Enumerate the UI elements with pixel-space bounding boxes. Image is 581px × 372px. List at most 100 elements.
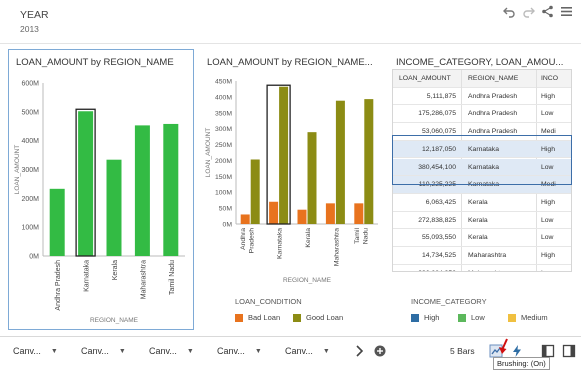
table-cell: Andhra Pradesh bbox=[468, 92, 518, 100]
table-row[interactable]: 336,684,350 Maharashtra Low bbox=[393, 265, 571, 271]
table-cell: Low bbox=[541, 110, 554, 118]
chart2-plot[interactable]: 0M 50M 100M 150M 200M 250M 300M 350M 400M 450M LOA… bbox=[200, 72, 386, 292]
table-cell: Low bbox=[541, 163, 554, 171]
canvas-tab-4[interactable]: Canv... ▼ bbox=[217, 346, 262, 356]
legend3-title: INCOME_CATEGORY bbox=[411, 297, 487, 306]
brushing-tooltip: Brushing: (On) bbox=[493, 357, 550, 370]
table-cell: Maharashtra bbox=[465, 270, 535, 271]
chevron-right-icon[interactable] bbox=[352, 344, 366, 358]
table-cell: 53,060,075 bbox=[421, 128, 456, 136]
table-row[interactable]: 53,060,075 Andhra Pradesh Medi bbox=[393, 123, 571, 141]
chevron-down-icon[interactable]: ▼ bbox=[323, 348, 330, 355]
table-title: INCOME_CATEGORY, LOAN_AMOU... bbox=[396, 57, 564, 68]
bar-good-loan[interactable] bbox=[364, 99, 374, 224]
canvas-tab-3[interactable]: Canv... ▼ bbox=[149, 346, 194, 356]
canvas-tab-2[interactable]: Canv... ▼ bbox=[81, 346, 126, 356]
table-cell: Low bbox=[541, 216, 554, 224]
x-tick-label-line: Nadu bbox=[362, 228, 369, 244]
table-cell: 272,838,825 bbox=[418, 216, 456, 224]
canvas-tab-label: Canv... bbox=[149, 346, 177, 356]
chart1-plot[interactable]: 0M 100M 200M 300M 400M 500M 600M LOAN_AMOUNT And… bbox=[9, 72, 193, 328]
table-cell: 12,187,050 bbox=[421, 145, 456, 153]
table-row[interactable]: 14,734,525 Maharashtra High bbox=[393, 247, 571, 265]
add-canvas-icon[interactable] bbox=[373, 344, 387, 358]
y-tick-label: 0M bbox=[223, 222, 233, 229]
bar-bad-loan[interactable] bbox=[325, 203, 335, 224]
column-header[interactable]: REGION_NAME bbox=[465, 75, 535, 82]
canvas-tab-5[interactable]: Canv... ▼ bbox=[285, 346, 330, 356]
y-tick-label: 250M bbox=[215, 142, 232, 149]
undo-icon[interactable] bbox=[503, 5, 516, 18]
legend2-item-bad-loan[interactable]: Bad Loan bbox=[235, 313, 280, 322]
lightning-icon[interactable] bbox=[510, 344, 524, 358]
y-tick-label: 150M bbox=[215, 174, 232, 181]
table-cell: 380,454,100 bbox=[418, 163, 456, 171]
bar[interactable] bbox=[134, 125, 150, 256]
bar-good-loan[interactable] bbox=[307, 132, 317, 224]
redo-icon[interactable] bbox=[522, 5, 535, 18]
legend3-item-low[interactable]: Low bbox=[458, 313, 485, 322]
table-cell: 6,063,425 bbox=[425, 198, 456, 206]
bar[interactable] bbox=[49, 188, 65, 256]
x-tick-label: Tamil Nadu bbox=[354, 228, 370, 245]
bar[interactable] bbox=[78, 111, 94, 256]
table-cell: Andhra Pradesh bbox=[468, 110, 518, 118]
legend3-item-label: High bbox=[424, 313, 440, 322]
canvas-tab-label: Canv... bbox=[285, 346, 313, 356]
table-row[interactable]: 12,187,050 Karnataka High bbox=[393, 140, 571, 159]
menu-icon[interactable] bbox=[560, 5, 573, 18]
bar-bad-loan[interactable] bbox=[297, 209, 307, 224]
y-tick-label: 350M bbox=[215, 110, 232, 117]
table-row[interactable]: 175,286,075 Andhra Pradesh Low bbox=[393, 105, 571, 124]
legend3-item-high[interactable]: High bbox=[411, 313, 439, 322]
legend3-item-label: Medium bbox=[521, 313, 548, 322]
bar-bad-loan[interactable] bbox=[269, 201, 279, 224]
legend2-item-good-loan[interactable]: Good Loan bbox=[293, 313, 343, 322]
bar-good-loan[interactable] bbox=[335, 100, 345, 224]
x-tick-label: Tamil Nadu bbox=[169, 260, 176, 295]
legend3-item-medium[interactable]: Medium bbox=[508, 313, 548, 322]
chevron-down-icon[interactable]: ▼ bbox=[51, 348, 58, 355]
high-swatch bbox=[411, 313, 419, 322]
table-row[interactable]: 380,454,100 Karnataka Low bbox=[393, 158, 571, 177]
chevron-down-icon[interactable]: ▼ bbox=[119, 348, 126, 355]
table-row[interactable]: 272,838,825 Kerala Low bbox=[393, 212, 571, 230]
table-cell: Kerala bbox=[468, 198, 488, 206]
table-row[interactable]: 55,093,550 Kerala Low bbox=[393, 229, 571, 247]
chevron-down-icon[interactable]: ▼ bbox=[255, 348, 262, 355]
legend3-item-label: Low bbox=[471, 313, 485, 322]
filter-title: YEAR bbox=[20, 9, 49, 21]
panel-toggle-icon[interactable] bbox=[541, 344, 555, 358]
bar[interactable] bbox=[163, 123, 179, 256]
column-header[interactable]: INCO bbox=[539, 75, 571, 82]
legend2-item-label: Bad Loan bbox=[248, 313, 281, 322]
bar-good-loan[interactable] bbox=[279, 86, 289, 224]
share-icon[interactable] bbox=[541, 5, 554, 18]
table-cell: Medi bbox=[541, 181, 556, 189]
table-cell: Karnataka bbox=[468, 181, 499, 189]
filter-value: 2013 bbox=[20, 24, 39, 34]
bar-good-loan[interactable] bbox=[250, 159, 260, 224]
column-header[interactable]: LOAN_AMOUNT bbox=[393, 75, 459, 82]
table-row[interactable]: 110,225,225 Karnataka Medi bbox=[393, 176, 571, 194]
y-tick-label: 500M bbox=[21, 109, 39, 116]
bar-bad-loan[interactable] bbox=[240, 214, 250, 224]
bar[interactable] bbox=[106, 159, 122, 256]
table-cell: 336,684,350 bbox=[393, 270, 459, 271]
table-cell: Maharashtra bbox=[468, 252, 507, 259]
chevron-down-icon[interactable]: ▼ bbox=[187, 348, 194, 355]
properties-toggle-icon[interactable] bbox=[562, 344, 576, 358]
data-table[interactable]: LOAN_AMOUNT REGION_NAME INCO 5,111,875 Andh… bbox=[392, 69, 572, 272]
chart2-title: LOAN_AMOUNT by REGION_NAME... bbox=[207, 57, 373, 68]
table-cell: Andhra Pradesh bbox=[468, 128, 518, 136]
x-tick-label: Kerala bbox=[305, 228, 312, 248]
table-header-row[interactable]: LOAN_AMOUNT REGION_NAME INCO bbox=[393, 70, 571, 88]
bar-bad-loan[interactable] bbox=[354, 203, 364, 224]
x-axis-label: REGION_NAME bbox=[283, 277, 332, 284]
x-tick-label: Andhra Pradesh bbox=[55, 260, 62, 311]
y-tick-label: 100M bbox=[215, 190, 232, 197]
canvas-tab-1[interactable]: Canv... ▼ bbox=[13, 346, 58, 356]
table-row[interactable]: 6,063,425 Kerala High bbox=[393, 194, 571, 212]
table-row[interactable]: 5,111,875 Andhra Pradesh High bbox=[393, 88, 571, 106]
y-tick-label: 300M bbox=[215, 126, 232, 133]
